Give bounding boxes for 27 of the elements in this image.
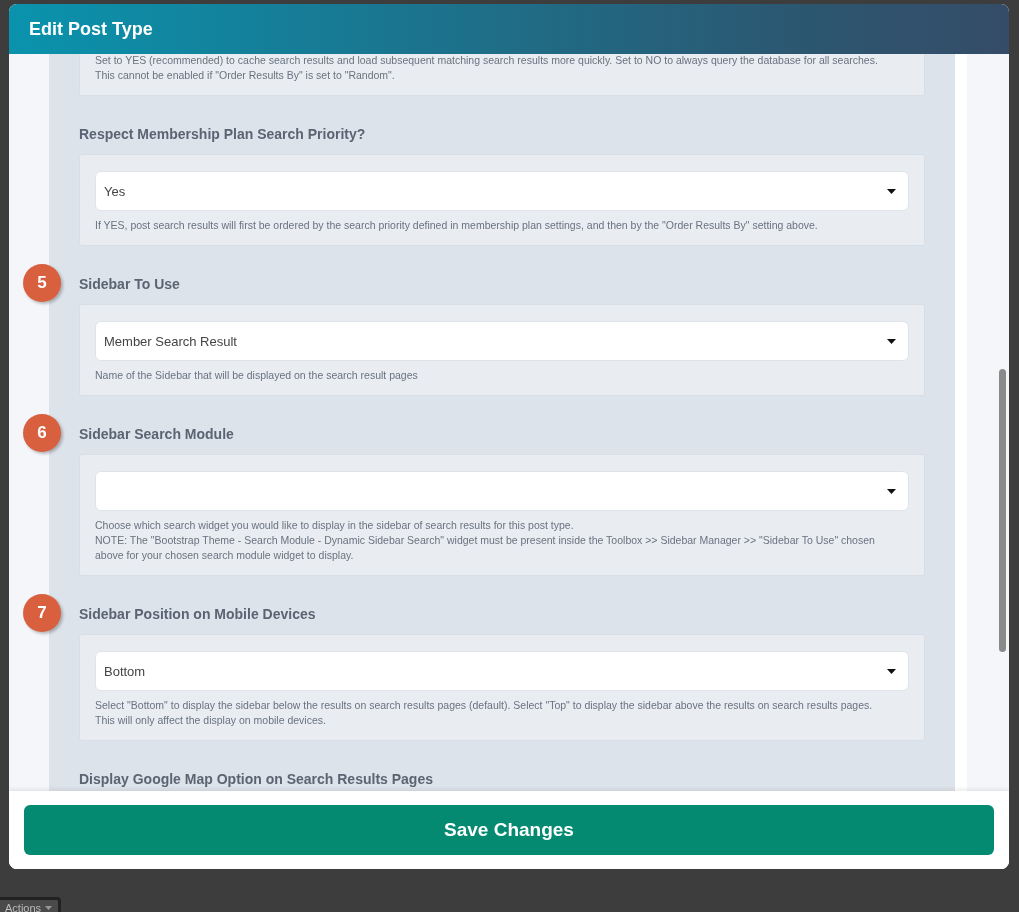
step-number-badge: 6 [23, 414, 61, 452]
caret-icon [887, 188, 896, 194]
step-number-badge: 7 [23, 594, 61, 632]
step-number-badge: 5 [23, 264, 61, 302]
modal-title: Edit Post Type [29, 18, 153, 40]
help-text: If YES, post search results will first be ordered by the search priority defined in membership plan settings, and then by the "Order Results By" setting above. [95, 218, 819, 233]
select-dropdown[interactable]: Bottom [95, 651, 909, 691]
select-dropdown[interactable]: Member Search Result [95, 321, 909, 361]
caret-icon [45, 906, 53, 910]
select-dropdown[interactable]: Yes [95, 171, 909, 211]
help-text: NOTE: The "Bootstrap Theme - Search Module - Dynamic Sidebar Search" widget must be present inside the Toolbox >> Sidebar Manager >> "Sidebar To Use" chosen above for your chosen search module widget to display. [95, 533, 876, 563]
field-label: Sidebar Search Module [79, 426, 235, 442]
help-text: Name of the Sidebar that will be displayed on the search result pages [95, 368, 419, 383]
field-label: Sidebar To Use [79, 276, 181, 292]
help-text: Select "Bottom" to display the sidebar below the results on search results pages (default). Select "Top" to display the sidebar above the results on search results pages. This will only affect the display on mobile devices. [95, 698, 874, 728]
actions-button[interactable]: Actions [0, 897, 62, 912]
field-label: Respect Membership Plan Search Priority? [79, 126, 367, 142]
help-text: Set to YES (recommended) to cache search results and load subsequent matching search results more quickly. Set to NO to always query the database for all searches. This cannot be enabled if "Order Results By" is set to "Random". [95, 54, 879, 83]
select-dropdown[interactable] [95, 471, 909, 511]
save-button[interactable]: Save Changes [24, 805, 994, 855]
help-text: Choose which search widget you would like to display in the sidebar of search results for this post type. [95, 518, 575, 533]
caret-icon [887, 338, 896, 344]
field-label: Sidebar Position on Mobile Devices [79, 606, 317, 622]
scrollbar-thumb[interactable] [999, 369, 1006, 652]
caret-icon [887, 488, 896, 494]
caret-icon [887, 668, 896, 674]
field-label: Display Google Map Option on Search Results Pages [79, 771, 434, 787]
